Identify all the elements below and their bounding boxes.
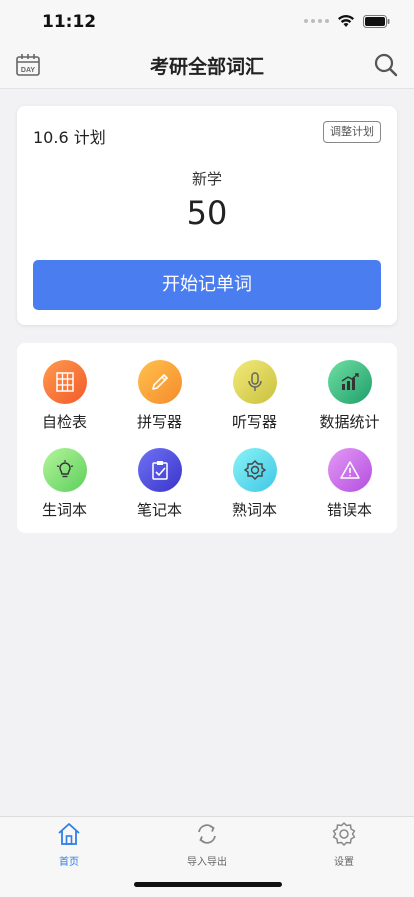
tool-label: 拼写器: [136, 413, 182, 431]
tool-statistics[interactable]: 数据统计: [302, 360, 397, 440]
adjust-plan-button[interactable]: 调整计划: [323, 121, 381, 143]
tool-dictation[interactable]: 听写器: [207, 360, 302, 440]
tab-settings[interactable]: 设置: [304, 821, 384, 868]
tool-familiar-words[interactable]: 熟词本: [207, 448, 302, 528]
tool-label: 熟词本: [231, 501, 277, 519]
tool-label: 生词本: [41, 501, 87, 519]
start-memorize-button[interactable]: 开始记单词: [33, 260, 381, 310]
tab-label: 导入导出: [187, 857, 227, 868]
home-indicator[interactable]: [134, 882, 282, 887]
battery-icon: [363, 14, 390, 28]
microphone-icon: [232, 360, 277, 404]
gear-flower-icon: [232, 448, 277, 492]
grid-icon: [42, 360, 87, 404]
warning-icon: [327, 448, 372, 492]
search-icon: [374, 53, 398, 77]
gear-icon: [332, 822, 356, 846]
clipboard-icon: [137, 448, 182, 492]
tool-spelling[interactable]: 拼写器: [112, 360, 207, 440]
tool-notebook[interactable]: 笔记本: [112, 448, 207, 528]
plan-card: 10.6 计划 调整计划 新学 50 开始记单词: [17, 106, 397, 325]
new-words-count: 50: [186, 194, 228, 232]
wifi-icon: [338, 15, 354, 27]
tool-label: 笔记本: [136, 501, 182, 519]
tool-self-check[interactable]: 自检表: [17, 360, 112, 440]
tool-label: 错误本: [326, 501, 372, 519]
new-words-label: 新学: [191, 170, 222, 188]
tools-grid: 自检表 拼写器 听写器 数据统计 生词本 笔记本 熟词本 错误本: [17, 343, 397, 533]
sync-icon: [198, 824, 216, 844]
tab-label: 首页: [59, 857, 79, 868]
tab-import-export[interactable]: 导入导出: [167, 821, 247, 868]
pencil-icon: [137, 360, 182, 404]
chart-icon: [327, 360, 372, 404]
tool-mistakes[interactable]: 错误本: [302, 448, 397, 528]
plan-title: 10.6 计划: [33, 128, 106, 147]
status-indicators: [304, 14, 390, 28]
home-icon: [58, 823, 80, 845]
tool-label: 自检表: [41, 413, 87, 431]
signal-dots-icon: [304, 19, 329, 23]
tab-label: 设置: [334, 857, 354, 868]
tool-label: 听写器: [231, 413, 277, 431]
tool-new-words[interactable]: 生词本: [17, 448, 112, 528]
nav-bar: DAY 考研全部词汇: [0, 44, 414, 89]
tool-label: 数据统计: [319, 413, 380, 431]
search-button[interactable]: [372, 51, 400, 79]
tab-home[interactable]: 首页: [29, 821, 109, 868]
lightbulb-icon: [42, 448, 87, 492]
status-bar: 11:12: [0, 0, 414, 44]
page-title: 考研全部词汇: [149, 56, 264, 78]
status-time: 11:12: [42, 12, 97, 32]
